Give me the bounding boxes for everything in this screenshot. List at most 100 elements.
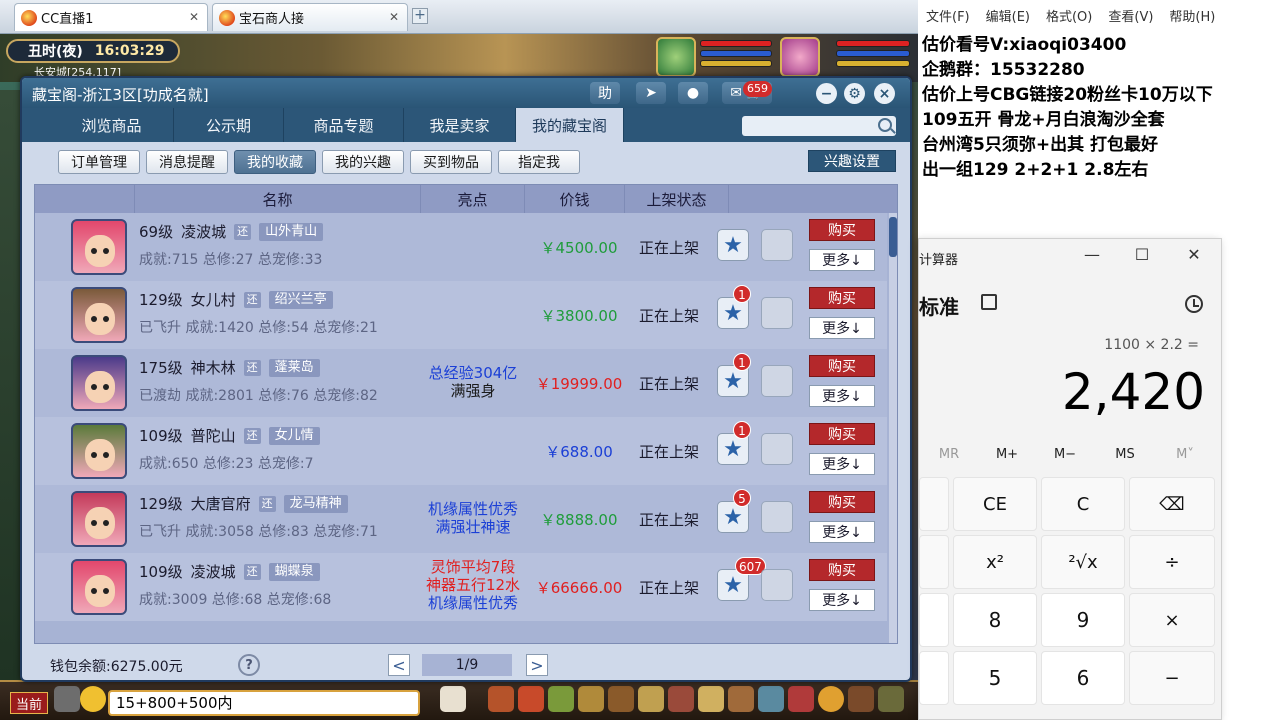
more-button[interactable]: 更多↓	[809, 385, 875, 407]
gang-icon[interactable]	[698, 686, 724, 712]
quick-icon[interactable]	[728, 686, 754, 712]
notepad-line[interactable]: 台州湾5只须弥+出其 打包最好	[922, 130, 1158, 155]
table-row[interactable]: 175级 神木林 还 蓬莱岛 已渡劫 成就:2801 总修:76 总宠修:82 …	[35, 349, 887, 417]
pet-avatar-icon[interactable]	[656, 37, 696, 77]
message-remind-button[interactable]: 消息提醒	[146, 150, 228, 174]
interest-settings-button[interactable]: 兴趣设置	[808, 150, 896, 172]
microphone-icon[interactable]	[54, 686, 80, 712]
gear-icon[interactable]: ⚙	[844, 83, 865, 104]
more-button[interactable]: 更多↓	[809, 249, 875, 271]
shop-icon[interactable]	[848, 686, 874, 712]
tab-topics[interactable]: 商品专题	[284, 108, 404, 142]
character-avatar[interactable]	[71, 559, 127, 615]
player-avatar-icon[interactable]	[780, 37, 820, 77]
star-icon[interactable]: ★	[717, 229, 749, 261]
notepad-line[interactable]: 估价上号CBG链接20粉丝卡10万以下	[922, 80, 1213, 105]
close-icon[interactable]: ×	[874, 83, 895, 104]
menu-format[interactable]: 格式(O)	[1046, 6, 1092, 25]
tab-seller[interactable]: 我是卖家	[404, 108, 516, 142]
cart-icon[interactable]	[761, 501, 793, 533]
character-avatar[interactable]	[71, 219, 127, 275]
character-avatar[interactable]	[71, 355, 127, 411]
close-icon[interactable]: ✕	[1179, 245, 1209, 264]
sqrt-key[interactable]: ²√x	[1041, 535, 1125, 589]
search-icon[interactable]	[878, 118, 892, 132]
browser-tab-gem-merchant[interactable]: 宝石商人接 ✕	[212, 3, 408, 31]
notepad-line[interactable]: 企鹅群：15532280	[922, 55, 1085, 80]
character-avatar[interactable]	[71, 287, 127, 343]
more-button[interactable]: 更多↓	[809, 521, 875, 543]
buy-button[interactable]: 购买	[809, 491, 875, 513]
cart-icon[interactable]	[761, 569, 793, 601]
backspace-key[interactable]: ⌫	[1129, 477, 1215, 531]
digit-8-key[interactable]: 8	[953, 593, 1037, 647]
buy-button[interactable]: 购买	[809, 355, 875, 377]
menu-file[interactable]: 文件(F)	[926, 6, 970, 25]
digit-6-key[interactable]: 6	[1041, 651, 1125, 705]
prev-page-button[interactable]: <	[388, 654, 410, 676]
memory-list-button[interactable]: M˅	[1157, 447, 1213, 462]
minus-key[interactable]: −	[1129, 651, 1215, 705]
clear-key[interactable]: C	[1041, 477, 1125, 531]
designated-me-button[interactable]: 指定我	[498, 150, 580, 174]
mission-icon[interactable]	[668, 686, 694, 712]
system-icon[interactable]	[818, 686, 844, 712]
more-button[interactable]: 更多↓	[809, 589, 875, 611]
order-manage-button[interactable]: 订单管理	[58, 150, 140, 174]
tab-my-pavilion[interactable]: 我的藏宝阁	[516, 108, 624, 142]
chat-channel-button[interactable]: 当前	[10, 692, 48, 714]
buy-button[interactable]: 购买	[809, 559, 875, 581]
bought-items-button[interactable]: 买到物品	[410, 150, 492, 174]
search-input[interactable]	[742, 116, 896, 136]
notepad-line[interactable]: 估价看号V:xiaoqi03400	[922, 30, 1126, 55]
more-button[interactable]: 更多↓	[809, 453, 875, 475]
memory-store-button[interactable]: MS	[1097, 447, 1153, 462]
cart-icon[interactable]	[761, 297, 793, 329]
my-favorites-button[interactable]: 我的收藏	[234, 150, 316, 174]
maximize-icon[interactable]: ☐	[1127, 245, 1157, 264]
notepad-line[interactable]: 出一组129 2+2+1 2.8左右	[922, 155, 1148, 180]
digit-5-key[interactable]: 5	[953, 651, 1037, 705]
percent-key[interactable]	[919, 477, 949, 531]
memory-add-button[interactable]: M+	[979, 447, 1035, 462]
memory-recall-button[interactable]: MR	[921, 447, 977, 462]
menu-edit[interactable]: 编辑(E)	[986, 6, 1030, 25]
item-icon[interactable]	[518, 686, 544, 712]
trade-icon[interactable]	[578, 686, 604, 712]
give-icon[interactable]	[548, 686, 574, 712]
team-icon[interactable]	[608, 686, 634, 712]
character-avatar[interactable]	[71, 491, 127, 547]
next-page-button[interactable]: >	[526, 654, 548, 676]
clear-entry-key[interactable]: CE	[953, 477, 1037, 531]
digit-9-key[interactable]: 9	[1041, 593, 1125, 647]
menu-help[interactable]: 帮助(H)	[1169, 6, 1215, 25]
digit-4-key[interactable]	[919, 651, 949, 705]
action-icon[interactable]	[788, 686, 814, 712]
reciprocal-key[interactable]	[919, 535, 949, 589]
my-interests-button[interactable]: 我的兴趣	[322, 150, 404, 174]
notepad-line[interactable]: 109五开 骨龙+月白浪淘沙全套	[922, 105, 1165, 130]
chat-input[interactable]: 15+800+500内	[108, 690, 420, 716]
cart-icon[interactable]	[761, 433, 793, 465]
table-row[interactable]: 69级 凌波城 还 山外青山 成就:715 总修:27 总宠修:33 ￥4500…	[35, 213, 887, 281]
share-icon[interactable]: ➤	[636, 82, 666, 104]
question-icon[interactable]: ?	[238, 654, 260, 676]
memory-subtract-button[interactable]: M−	[1037, 447, 1093, 462]
minimize-icon[interactable]: −	[816, 83, 837, 104]
divide-key[interactable]: ÷	[1129, 535, 1215, 589]
browser-tab-cc-live[interactable]: CC直播1 ✕	[14, 3, 208, 31]
buy-button[interactable]: 购买	[809, 219, 875, 241]
table-row[interactable]: 109级 普陀山 还 女儿情 成就:650 总修:23 总宠修:7 ￥688.0…	[35, 417, 887, 485]
table-row[interactable]: 129级 女儿村 还 绍兴兰亭 已飞升 成就:1420 总修:54 总宠修:21…	[35, 281, 887, 349]
digit-7-key[interactable]	[919, 593, 949, 647]
table-row[interactable]: 109级 凌波城 还 蝴蝶泉 成就:3009 总修:68 总宠修:68 灵饰平均…	[35, 553, 887, 621]
history-icon[interactable]	[1185, 295, 1203, 313]
emoji-icon[interactable]	[80, 686, 106, 712]
menu-view[interactable]: 查看(V)	[1108, 6, 1153, 25]
square-key[interactable]: x²	[953, 535, 1037, 589]
friend-icon[interactable]	[758, 686, 784, 712]
cart-icon[interactable]	[761, 365, 793, 397]
multiply-key[interactable]: ×	[1129, 593, 1215, 647]
minimize-icon[interactable]: —	[1077, 245, 1107, 264]
cart-icon[interactable]	[761, 229, 793, 261]
